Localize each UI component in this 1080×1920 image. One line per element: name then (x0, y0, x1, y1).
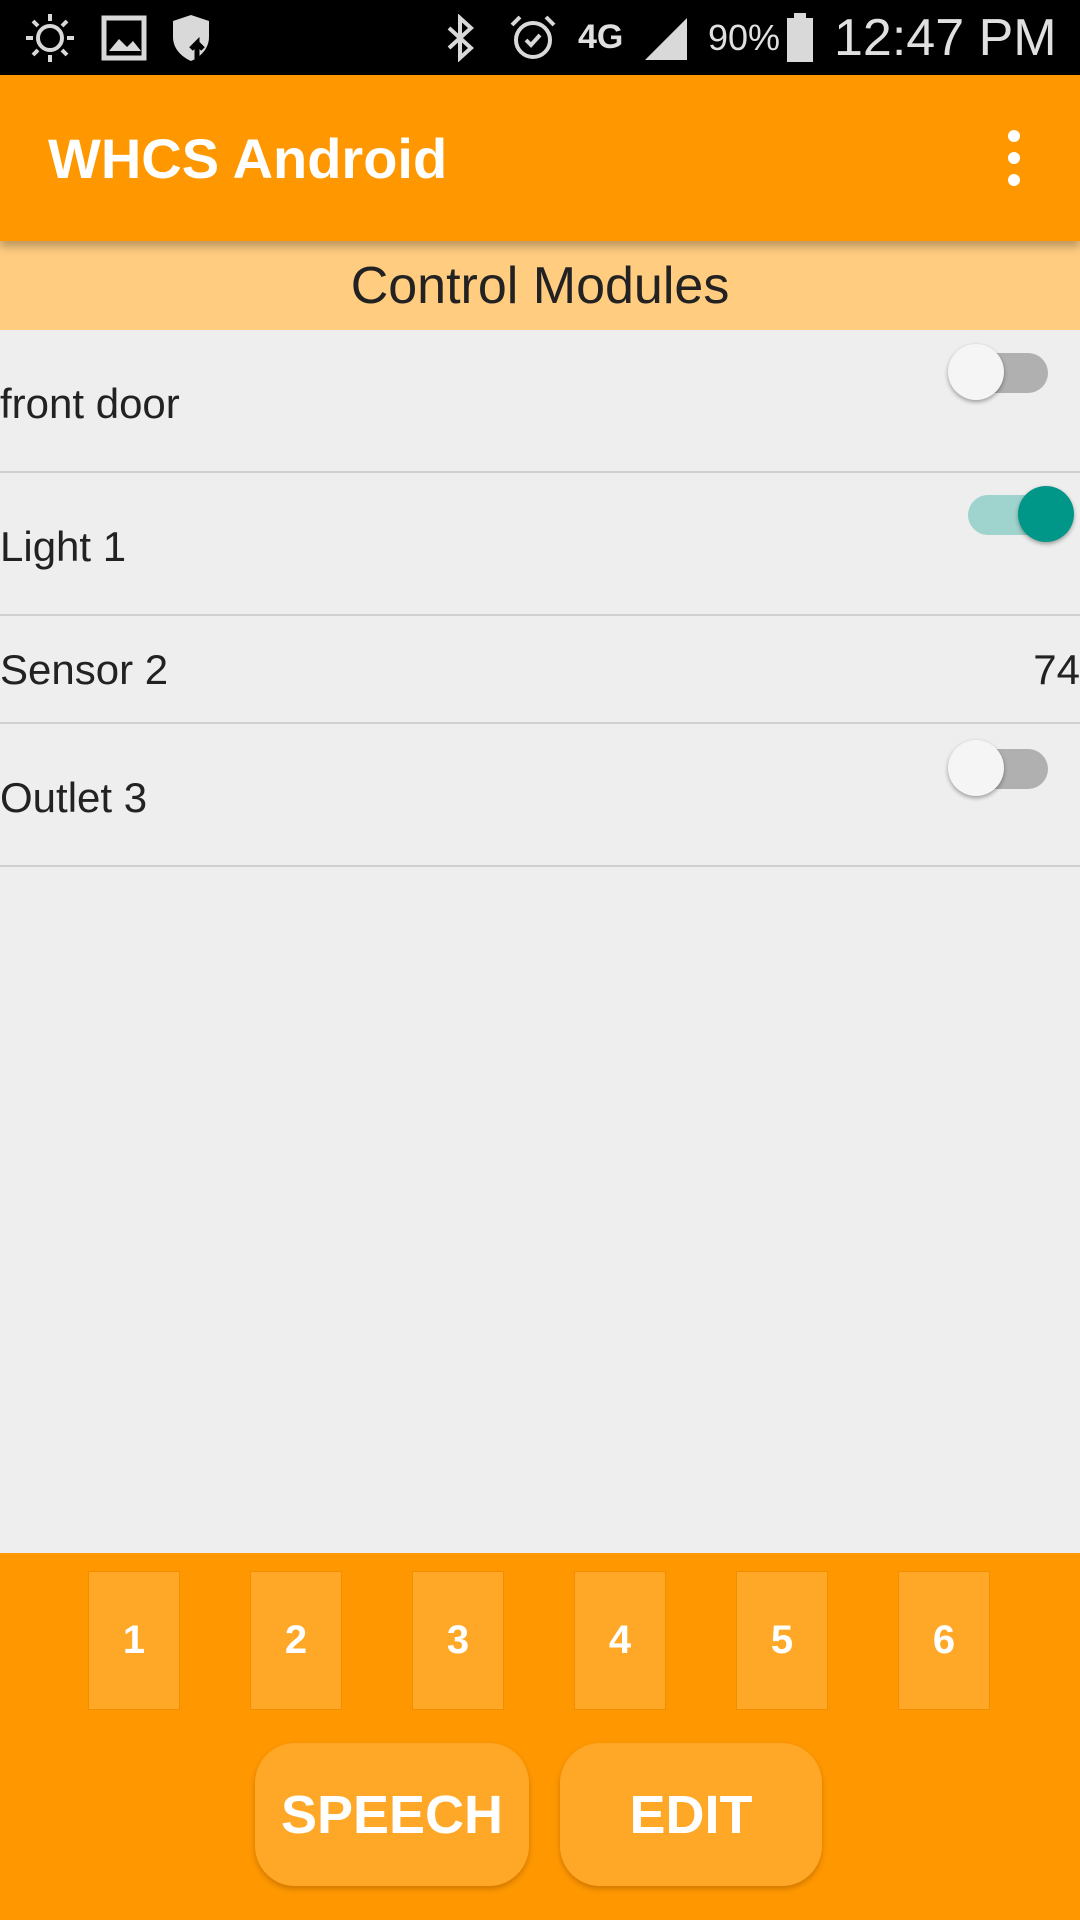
edit-button[interactable]: EDIT (560, 1743, 822, 1886)
more-vert-icon[interactable] (964, 108, 1064, 208)
app-bar: WHCS Android (0, 75, 1080, 241)
network-type: 4G (578, 18, 624, 56)
front-door-toggle[interactable] (948, 340, 1058, 400)
module-name: Sensor 2 (0, 646, 169, 693)
module-name: front door (0, 380, 180, 427)
module-row-outlet-3: Outlet 3 (0, 724, 1080, 867)
number-button-1[interactable]: 1 (89, 1572, 179, 1709)
clock: 12:47 PM (834, 8, 1057, 67)
alarm-icon (504, 0, 562, 75)
module-row-sensor-2: Sensor 2 74 (0, 616, 1080, 724)
bluetooth-icon (440, 0, 480, 75)
number-button-6[interactable]: 6 (899, 1572, 989, 1709)
number-button-5[interactable]: 5 (737, 1572, 827, 1709)
outlet-3-toggle[interactable] (948, 736, 1058, 796)
shield-sync-icon (164, 0, 224, 75)
module-row-light-1: Light 1 (0, 473, 1080, 616)
app-title: WHCS Android (48, 126, 448, 190)
section-title: Control Modules (0, 241, 1080, 330)
number-button-4[interactable]: 4 (575, 1572, 665, 1709)
module-name: Outlet 3 (0, 774, 148, 821)
speech-button[interactable]: SPEECH (255, 1743, 529, 1886)
light-1-toggle[interactable] (962, 482, 1074, 542)
image-icon (96, 0, 152, 75)
signal-icon (640, 0, 690, 75)
status-bar: 4G 90% 12:47 PM (0, 0, 1080, 75)
battery-percent: 90% (708, 16, 781, 58)
sensor-2-value: 74 (1033, 646, 1080, 693)
module-name: Light 1 (0, 523, 127, 570)
brightness-icon (18, 0, 82, 75)
battery-icon (780, 0, 820, 75)
number-button-3[interactable]: 3 (413, 1572, 503, 1709)
number-button-2[interactable]: 2 (251, 1572, 341, 1709)
module-row-front-door: front door (0, 330, 1080, 473)
